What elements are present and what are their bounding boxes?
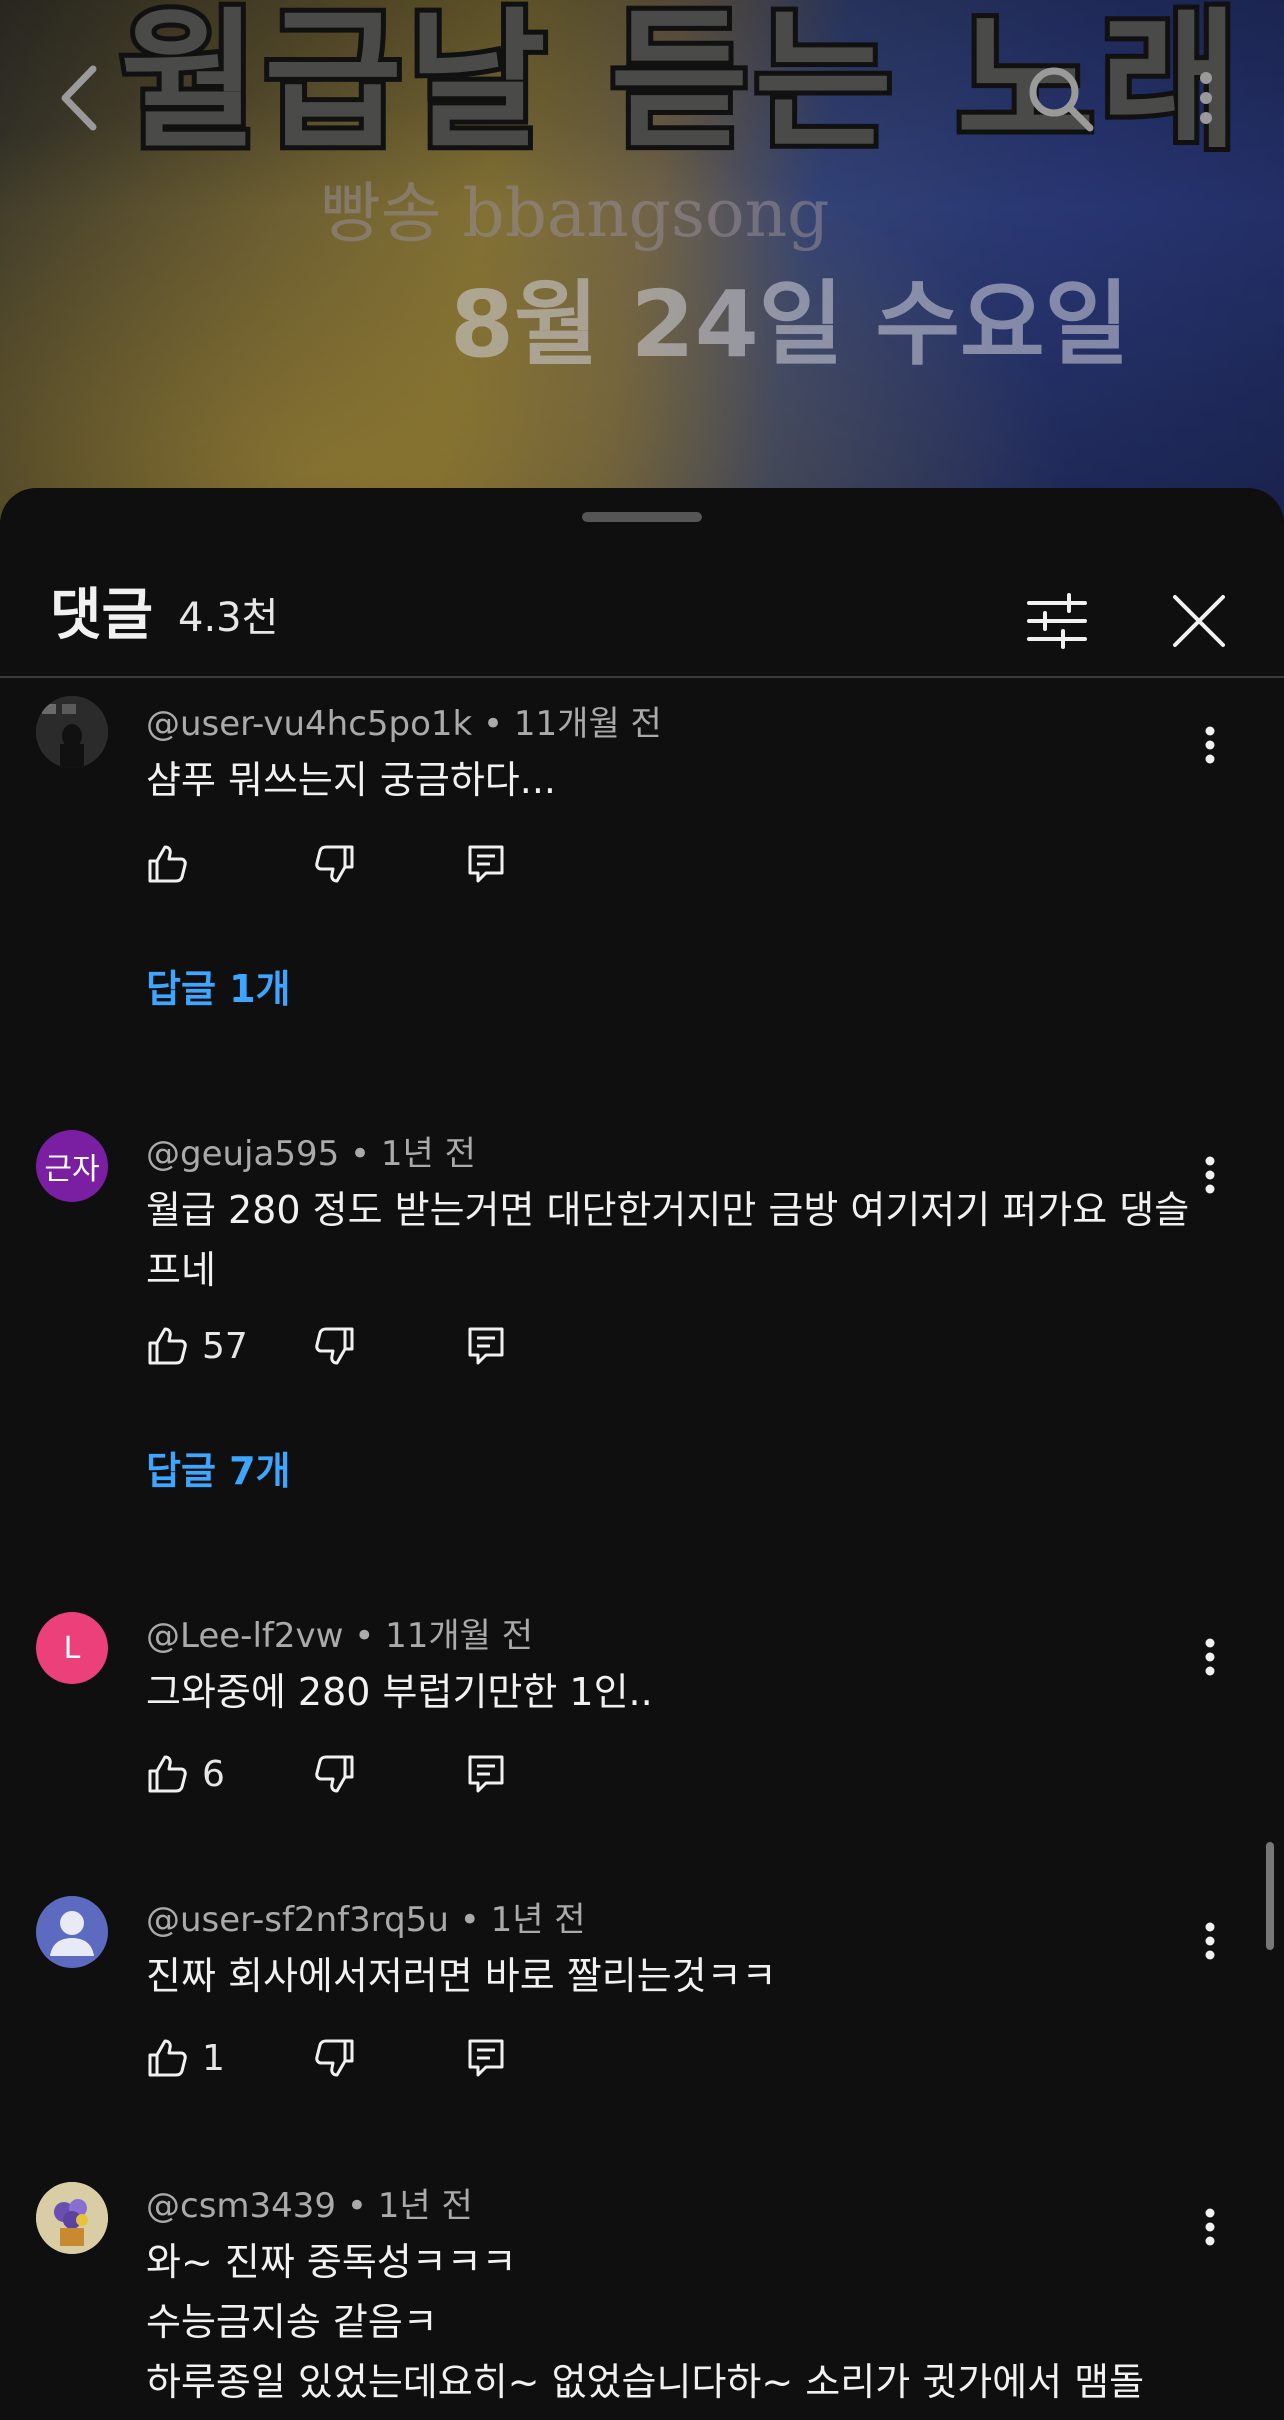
chevron-left-icon <box>61 65 97 131</box>
like-button[interactable]: 57 <box>146 1316 248 1376</box>
like-count: 57 <box>202 1325 248 1367</box>
video-date-overlay: 8월 24일 수요일 <box>450 271 1130 378</box>
back-button[interactable] <box>40 58 120 138</box>
comment-more-button[interactable] <box>1180 2192 1240 2262</box>
comment-time: 1년 전 <box>377 2186 473 2226</box>
comment-text: 월급 280 정도 받는거면 대단한거지만 금방 여기저기 퍼가요 댕슬프네 <box>146 1188 1190 1292</box>
more-vert-icon <box>1205 1638 1215 1676</box>
thumbs-up-icon <box>148 1755 187 1793</box>
comment-text: 와~ 진짜 중독성ㅋㅋㅋ 수능금지송 같음ㅋ 하루종일 있었는데요히~ 없었습니… <box>146 2232 1196 2412</box>
dislike-button[interactable] <box>314 834 356 894</box>
comment-meta: @user-sf2nf3rq5u • 1년 전 <box>146 1900 586 1940</box>
like-button[interactable]: 1 <box>146 2028 225 2088</box>
comment-line: 수능금지송 같음ㅋ <box>146 2300 438 2344</box>
like-button[interactable] <box>146 834 188 894</box>
comment-author[interactable]: @csm3439 <box>146 2186 336 2226</box>
comment-more-button[interactable] <box>1180 1906 1240 1976</box>
comment-more-button[interactable] <box>1180 710 1240 780</box>
thumbs-down-icon <box>315 845 354 883</box>
comment-item: @csm3439 • 1년 전 와~ 진짜 중독성ㅋㅋㅋ 수능금지송 같음ㅋ 하… <box>0 2178 1240 2420</box>
avatar[interactable] <box>36 696 108 768</box>
drag-handle[interactable] <box>582 512 702 522</box>
search-icon <box>1029 67 1094 132</box>
comment-time: 11개월 전 <box>513 704 662 744</box>
sliders-icon <box>1027 593 1087 649</box>
avatar[interactable] <box>36 1896 108 1968</box>
comment-text: 그와중에 280 부럽기만한 1인.. <box>146 1670 653 1714</box>
thumbs-down-icon <box>315 1755 354 1793</box>
comment-meta: @csm3439 • 1년 전 <box>146 2186 473 2226</box>
close-icon <box>1173 595 1225 647</box>
search-button[interactable] <box>1020 58 1100 138</box>
thumbs-up-icon <box>148 1327 187 1365</box>
like-button[interactable]: 6 <box>146 1744 225 1804</box>
comment-author[interactable]: @Lee-lf2vw <box>146 1616 343 1656</box>
reply-button[interactable] <box>466 1744 506 1804</box>
view-replies-button[interactable]: 답글 1개 <box>146 958 291 1013</box>
comment-author[interactable]: @geuja595 <box>146 1134 339 1174</box>
video-more-button[interactable] <box>1166 58 1246 138</box>
comments-sheet: 댓글 4.3천 @user-vu4hc5po1k • 11개월 전 샴푸 뭐쓰는… <box>0 488 1284 2420</box>
comment-line: 하루종일 있었는데요히~ 없었습니다하~ 소리가 귓가에서 맴돌 <box>146 2360 1145 2404</box>
like-count: 6 <box>202 1753 225 1795</box>
default-person-icon <box>50 1911 94 1956</box>
filter-button[interactable] <box>1012 576 1102 666</box>
comment-time: 11개월 전 <box>385 1616 534 1656</box>
comments-header: 댓글 4.3천 <box>0 556 1284 678</box>
dislike-button[interactable] <box>314 1316 356 1376</box>
reply-button[interactable] <box>466 1316 506 1376</box>
scrollbar[interactable] <box>1266 1842 1274 1950</box>
comment-item: @user-vu4hc5po1k • 11개월 전 샴푸 뭐쓰는지 궁금하다..… <box>0 696 1240 1156</box>
video-player[interactable]: 월급날 듣는 노래 빵송 bbangsong 8월 24일 수요일 <box>0 0 1284 520</box>
comments-title: 댓글 <box>50 583 154 648</box>
comment-author[interactable]: @user-sf2nf3rq5u <box>146 1900 449 1940</box>
comment-text: 진짜 회사에서저러면 바로 짤리는것ㅋㅋ <box>146 1954 777 1998</box>
comment-item: L @Lee-lf2vw • 11개월 전 그와중에 280 부럽기만한 1인.… <box>0 1608 1240 1868</box>
flower-photo-icon <box>36 2182 108 2254</box>
reply-comment-icon <box>468 1755 504 1793</box>
thumbs-down-icon <box>315 1327 354 1365</box>
reply-button[interactable] <box>466 2028 506 2088</box>
video-channel-overlay: 빵송 bbangsong <box>320 175 830 252</box>
like-count: 1 <box>202 2037 225 2079</box>
comment-text: 샴푸 뭐쓰는지 궁금하다... <box>146 758 556 802</box>
comment-line: 와~ 진짜 중독성ㅋㅋㅋ <box>146 2240 517 2284</box>
avatar[interactable] <box>36 2182 108 2254</box>
reply-comment-icon <box>468 1327 504 1365</box>
close-button[interactable] <box>1154 576 1244 666</box>
more-vert-icon <box>1205 1922 1215 1960</box>
comments-count: 4.3천 <box>178 595 279 641</box>
comment-item: @user-sf2nf3rq5u • 1년 전 진짜 회사에서저러면 바로 짤리… <box>0 1892 1240 2152</box>
more-vert-icon <box>1200 72 1212 124</box>
comment-meta: @geuja595 • 1년 전 <box>146 1134 476 1174</box>
reply-comment-icon <box>468 2039 504 2077</box>
comment-time: 1년 전 <box>490 1900 586 1940</box>
comment-more-button[interactable] <box>1180 1622 1240 1692</box>
thumbs-up-icon <box>148 845 187 883</box>
more-vert-icon <box>1205 726 1215 764</box>
person-photo-icon <box>36 696 108 768</box>
comment-meta: @Lee-lf2vw • 11개월 전 <box>146 1616 534 1656</box>
view-replies-button[interactable]: 답글 7개 <box>146 1440 291 1495</box>
comment-time: 1년 전 <box>380 1134 476 1174</box>
thumbs-down-icon <box>315 2039 354 2077</box>
comment-more-button[interactable] <box>1180 1140 1240 1210</box>
comment-author[interactable]: @user-vu4hc5po1k <box>146 704 472 744</box>
avatar[interactable]: L <box>36 1612 108 1684</box>
dislike-button[interactable] <box>314 1744 356 1804</box>
more-vert-icon <box>1205 2208 1215 2246</box>
dislike-button[interactable] <box>314 2028 356 2088</box>
more-vert-icon <box>1205 1156 1215 1194</box>
thumbs-up-icon <box>148 2039 187 2077</box>
comment-meta: @user-vu4hc5po1k • 11개월 전 <box>146 704 662 744</box>
comment-item: 근자 @geuja595 • 1년 전 월급 280 정도 받는거면 대단한거지… <box>0 1126 1240 1586</box>
reply-comment-icon <box>468 845 504 883</box>
reply-button[interactable] <box>466 834 506 894</box>
youtube-comments-screen: 월급날 듣는 노래 빵송 bbangsong 8월 24일 수요일 댓글 4.3… <box>0 0 1284 2420</box>
avatar[interactable]: 근자 <box>36 1130 108 1202</box>
